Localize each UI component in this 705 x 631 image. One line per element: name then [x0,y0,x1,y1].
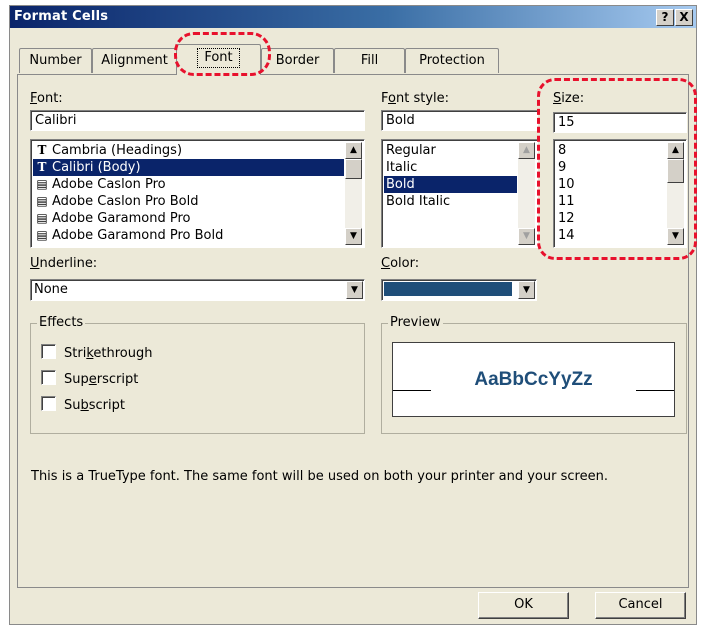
list-item[interactable]: ▤ Adobe Caslon Pro [33,176,344,193]
font-style-label: Font style: [381,91,450,106]
font-style-input[interactable]: Bold [381,110,538,131]
preview-title: Preview [388,315,443,330]
truetype-icon: T [37,143,47,157]
font-label: Font: [30,91,63,106]
chevron-down-icon[interactable]: ▼ [518,281,535,299]
list-item[interactable]: ▤ Adobe Caslon Pro Bold [33,193,344,210]
list-item[interactable]: Bold Italic [384,193,517,210]
scroll-thumb[interactable] [345,159,362,179]
tab-fill[interactable]: Fill [334,48,405,73]
color-picker[interactable]: ▼ [381,279,537,301]
preview-pane: AaBbCcYyZz [392,342,675,417]
color-label: Color: [381,256,420,271]
list-item[interactable]: 8 [556,142,666,159]
preview-group: Preview AaBbCcYyZz [381,315,687,434]
ok-button[interactable]: OK [478,592,569,619]
truetype-info-text: This is a TrueType font. The same font w… [31,469,608,484]
preview-sample-text: AaBbCcYyZz [474,369,593,390]
scroll-up-button[interactable]: ▲ [345,142,362,159]
list-item[interactable]: 10 [556,176,666,193]
tab-font[interactable]: Font [176,44,261,75]
printer-font-icon: ▤ [36,211,48,225]
list-item[interactable]: Regular [384,142,517,159]
list-item[interactable]: 14 [556,227,666,244]
scroll-up-button[interactable]: ▲ [518,142,535,159]
list-item[interactable]: Italic [384,159,517,176]
subscript-checkbox[interactable]: Subscript [41,396,125,414]
printer-font-icon: ▤ [36,194,48,208]
strikethrough-checkbox[interactable]: Strikethrough [41,344,152,362]
font-list[interactable]: T Cambria (Headings) T Calibri (Body) ▤ Ado… [30,139,365,248]
scroll-down-button[interactable]: ▼ [345,228,362,245]
printer-font-icon: ▤ [36,177,48,191]
checkbox-icon[interactable] [41,396,56,411]
font-list-scrollbar[interactable]: ▲ ▼ [345,142,362,245]
font-name-input[interactable]: Calibri [30,110,365,131]
close-button[interactable]: X [675,9,693,26]
help-button[interactable]: ? [656,9,674,26]
checkbox-icon[interactable] [41,344,56,359]
title-bar[interactable]: Format Cells ? X [10,6,696,28]
list-item-selected[interactable]: Bold [384,176,517,193]
printer-font-icon: ▤ [36,228,48,242]
list-item[interactable]: 12 [556,210,666,227]
cancel-button[interactable]: Cancel [595,592,686,619]
list-item[interactable]: ▤ Adobe Garamond Pro [33,210,344,227]
list-item[interactable]: 11 [556,193,666,210]
truetype-icon: T [37,160,47,174]
font-tab-panel: Font: Calibri T Cambria (Headings) T Calib… [17,74,689,588]
font-style-scrollbar[interactable]: ▲ ▼ [518,142,535,245]
size-label: Size: [553,91,585,106]
checkbox-icon[interactable] [41,370,56,385]
chevron-down-icon[interactable]: ▼ [346,281,363,299]
tab-border[interactable]: Border [261,48,334,73]
font-style-list[interactable]: Regular Italic Bold Bold Italic ▲ ▼ [381,139,538,248]
tab-alignment[interactable]: Alignment [92,48,177,73]
scroll-thumb[interactable] [667,159,684,183]
tab-number[interactable]: Number [19,48,92,73]
scroll-down-button[interactable]: ▼ [518,228,535,245]
tab-protection[interactable]: Protection [405,48,499,73]
size-input[interactable]: 15 [553,112,687,133]
list-item[interactable]: T Cambria (Headings) [33,142,344,159]
color-swatch [384,282,512,296]
format-cells-dialog: Format Cells ? X Number Alignment Font B… [9,5,697,625]
underline-select[interactable]: None ▼ [30,279,365,301]
list-item-selected[interactable]: T Calibri (Body) [33,159,344,176]
underline-value: None [34,282,68,297]
underline-label: Underline: [30,256,98,271]
size-list[interactable]: 8 9 10 11 12 14 ▲ ▼ [553,139,687,248]
list-item[interactable]: ▤ Adobe Garamond Pro Bold [33,227,344,244]
scroll-up-button[interactable]: ▲ [667,142,684,159]
effects-title: Effects [37,315,86,330]
dialog-title: Format Cells [14,9,109,24]
superscript-checkbox[interactable]: Superscript [41,370,138,388]
scroll-down-button[interactable]: ▼ [667,228,684,245]
effects-group: Effects Strikethrough Superscript Subscr… [30,315,365,434]
size-list-scrollbar[interactable]: ▲ ▼ [667,142,684,245]
list-item[interactable]: 9 [556,159,666,176]
